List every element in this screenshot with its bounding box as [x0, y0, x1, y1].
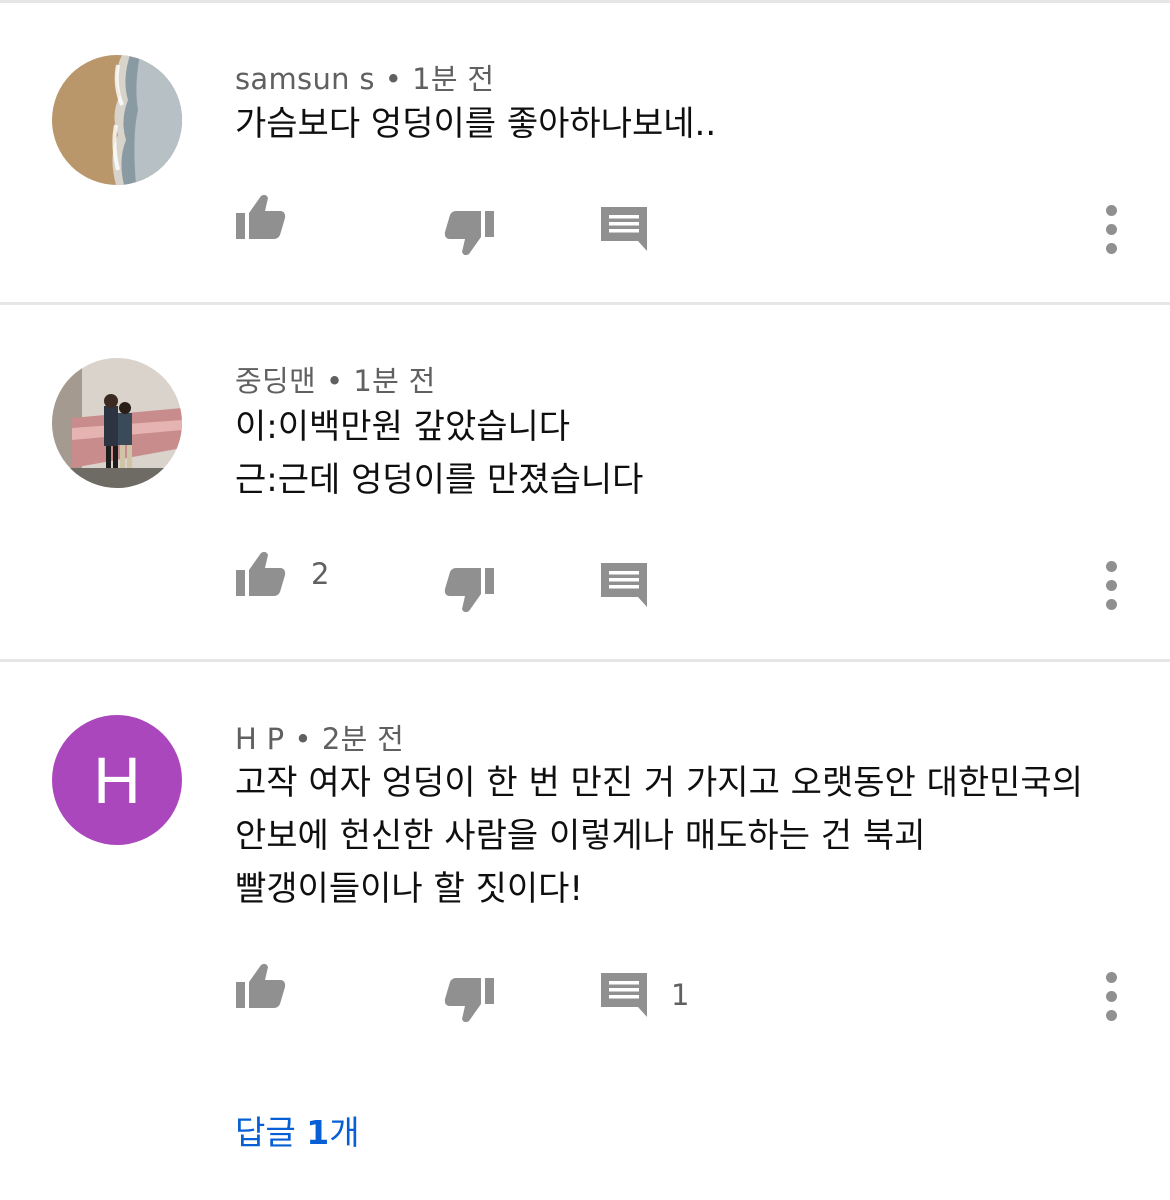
more-vert-icon — [1100, 972, 1122, 1021]
replies-label-count: 1 — [306, 1113, 330, 1152]
reply-button[interactable]: 1 — [601, 973, 689, 1017]
like-button[interactable] — [235, 962, 287, 1010]
timestamp: 2분 전 — [321, 722, 405, 756]
comment-3: H H P • 2분 전 고작 여자 엉덩이 한 번 만진 거 가지고 오랫동안 대… — [0, 0, 1170, 1200]
reply-count: 1 — [671, 978, 690, 1012]
comment-text: 고작 여자 엉덩이 한 번 만진 거 가지고 오랫동안 대한민국의 안보에 헌신… — [235, 757, 1083, 916]
avatar-letter: H — [93, 743, 141, 817]
thumb-up-icon — [236, 963, 286, 1008]
replies-label-suffix: 개 — [329, 1113, 360, 1152]
meta-separator: • — [294, 722, 312, 756]
comment-meta: H P • 2분 전 — [235, 716, 404, 758]
thumb-down-icon — [444, 978, 494, 1023]
reply-icon — [601, 973, 647, 1017]
comment-line: 고작 여자 엉덩이 한 번 만진 거 가지고 오랫동안 대한민국의 — [235, 763, 1083, 803]
replies-label-prefix: 답글 — [235, 1113, 307, 1152]
more-options-button[interactable] — [1100, 972, 1122, 1029]
comment-line: 빨갱이들이나 할 짓이다! — [235, 869, 584, 909]
avatar[interactable]: H — [52, 715, 182, 845]
view-replies-link[interactable]: 답글 1개 — [235, 1106, 360, 1154]
author-name[interactable]: H P — [235, 722, 284, 756]
comment-line: 안보에 헌신한 사람을 이렇게나 매도하는 건 북괴 — [235, 816, 926, 856]
dislike-button[interactable] — [443, 976, 495, 1024]
